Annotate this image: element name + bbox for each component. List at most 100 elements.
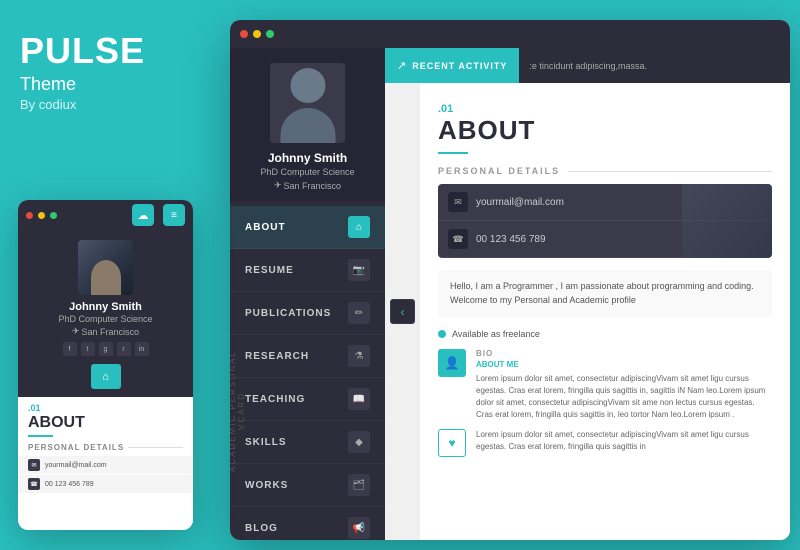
mobile-role: PhD Computer Science xyxy=(58,314,152,324)
person-bio-icon: 👤 xyxy=(438,349,466,377)
mobile-personal-details-label: PERSONAL DETAILS xyxy=(18,440,193,455)
bio-sublabel: ABOUT ME xyxy=(476,360,772,369)
intro-text: Hello, I am a Programmer , I am passiona… xyxy=(450,280,760,307)
sidebar-item-works[interactable]: WORKS 🗂 xyxy=(230,464,385,507)
desktop-preview: Johnny Smith PhD Computer Science ✈ San … xyxy=(230,20,790,540)
freelance-badge: Available as freelance xyxy=(438,329,772,339)
freelance-text: Available as freelance xyxy=(452,329,540,339)
content-nav-area: ‹ xyxy=(385,83,420,540)
desktop-dot-green xyxy=(266,30,274,38)
sidebar-vcard-label: ACADEMIC PERSONAL VCARD xyxy=(230,346,246,476)
content-scroll-area: .01 ABOUT PERSONAL DETAILS ✉ yourmail@ma… xyxy=(420,83,790,540)
content-topbar: ↗ RECENT ACTIVITY :e tincidunt adipiscin… xyxy=(385,48,790,83)
mobile-phone-row: ☎ 00 123 456 789 xyxy=(18,475,193,493)
activity-icon: ↗ xyxy=(397,59,406,72)
sidebar-profile: Johnny Smith PhD Computer Science ✈ San … xyxy=(230,48,385,201)
rss-icon[interactable]: r xyxy=(117,342,131,356)
email-value: yourmail@mail.com xyxy=(476,197,564,208)
bio-content-2: Lorem ipsum dolor sit amet, consectetur … xyxy=(476,429,772,457)
sidebar-location-icon: ✈ xyxy=(274,180,282,191)
mobile-section-num: .01 xyxy=(18,397,193,414)
personal-details-label: PERSONAL DETAILS xyxy=(438,166,772,176)
mobile-email: yourmail@mail.com xyxy=(45,462,107,469)
diamond-nav-icon: ◆ xyxy=(348,431,370,453)
megaphone-nav-icon: 📢 xyxy=(348,517,370,539)
contact-card: ✉ yourmail@mail.com ☎ 00 123 456 789 xyxy=(438,184,772,258)
folder-nav-icon: 🗂 xyxy=(348,474,370,496)
bio-card-2: ♥ Lorem ipsum dolor sit amet, consectetu… xyxy=(438,429,772,457)
bio-content: BIO ABOUT ME Lorem ipsum dolor sit amet,… xyxy=(476,349,772,421)
location-icon: ✈ xyxy=(72,326,80,337)
sidebar: Johnny Smith PhD Computer Science ✈ San … xyxy=(230,48,385,540)
desktop-topbar xyxy=(230,20,790,48)
recent-activity-label: RECENT ACTIVITY xyxy=(412,61,507,71)
mobile-home-button[interactable]: ⌂ xyxy=(91,364,121,389)
sidebar-item-resume[interactable]: RESUME 📷 xyxy=(230,249,385,292)
intro-section: Hello, I am a Programmer , I am passiona… xyxy=(438,270,772,317)
sidebar-name: Johnny Smith xyxy=(268,151,347,165)
sidebar-avatar xyxy=(270,63,345,143)
flask-nav-icon: ⚗ xyxy=(348,345,370,367)
mobile-dot-yellow xyxy=(38,212,45,219)
mobile-location: ✈ San Francisco xyxy=(72,326,139,337)
bio-card: 👤 BIO ABOUT ME Lorem ipsum dolor sit ame… xyxy=(438,349,772,421)
email-icon: ✉ xyxy=(28,459,40,471)
bio-text: Lorem ipsum dolor sit amet, consectetur … xyxy=(476,373,772,421)
mobile-phone: 00 123 456 789 xyxy=(45,481,94,488)
desktop-body: Johnny Smith PhD Computer Science ✈ San … xyxy=(230,48,790,540)
sidebar-item-about[interactable]: ABOUT ⌂ xyxy=(230,206,385,249)
section-title: ABOUT xyxy=(438,115,772,146)
section-divider xyxy=(438,152,468,154)
sidebar-item-research[interactable]: RESEARCH ⚗ xyxy=(230,335,385,378)
pencil-nav-icon: ✏ xyxy=(348,302,370,324)
phone-value: 00 123 456 789 xyxy=(476,234,546,245)
brand-by: By codiux xyxy=(20,97,145,112)
book-nav-icon: 📖 xyxy=(348,388,370,410)
section-number: .01 xyxy=(438,103,772,115)
sidebar-role: PhD Computer Science xyxy=(260,167,354,177)
recent-activity-tab[interactable]: ↗ RECENT ACTIVITY xyxy=(385,48,519,83)
hamburger-icon[interactable]: ≡ xyxy=(163,204,185,226)
bio-label: BIO xyxy=(476,349,772,358)
mobile-email-row: ✉ yourmail@mail.com xyxy=(18,456,193,474)
sidebar-item-teaching[interactable]: TEACHING 📖 xyxy=(230,378,385,421)
sidebar-item-skills[interactable]: SKILLS ◆ xyxy=(230,421,385,464)
brand-subtitle: Theme xyxy=(20,74,145,95)
mobile-avatar xyxy=(78,240,133,295)
freelance-indicator xyxy=(438,330,446,338)
sidebar-item-publications[interactable]: PUBLICATIONS ✏ xyxy=(230,292,385,335)
twitter-icon[interactable]: t xyxy=(81,342,95,356)
mobile-topbar: ☁ ≡ xyxy=(18,200,193,230)
desktop-dot-red xyxy=(240,30,248,38)
activity-preview-text: :e tincidunt adipiscing,massa. xyxy=(519,61,647,71)
desktop-dot-yellow xyxy=(253,30,261,38)
heart-bio-icon: ♥ xyxy=(438,429,466,457)
sidebar-item-blog[interactable]: BLOG 📢 xyxy=(230,507,385,540)
mobile-dot-red xyxy=(26,212,33,219)
linkedin-icon[interactable]: in xyxy=(135,342,149,356)
sidebar-location: ✈ San Francisco xyxy=(274,180,341,191)
mobile-section-title: ABOUT xyxy=(18,414,193,432)
mobile-name: Johnny Smith xyxy=(69,301,142,313)
contact-card-bg xyxy=(682,184,772,258)
brand-area: PULSE Theme By codiux xyxy=(20,30,145,112)
camera-nav-icon: 📷 xyxy=(348,259,370,281)
home-nav-icon: ⌂ xyxy=(348,216,370,238)
content-inner: ‹ .01 ABOUT PERSONAL DETAILS ✉ yourmail@… xyxy=(385,83,790,540)
mobile-profile-area: Johnny Smith PhD Computer Science ✈ San … xyxy=(18,230,193,397)
mobile-social-links: f t g r in xyxy=(63,342,149,356)
mobile-preview: ☁ ≡ Johnny Smith PhD Computer Science ✈ … xyxy=(18,200,193,530)
back-button[interactable]: ‹ xyxy=(390,299,415,324)
gplus-icon[interactable]: g xyxy=(99,342,113,356)
facebook-icon[interactable]: f xyxy=(63,342,77,356)
mobile-dot-green xyxy=(50,212,57,219)
sidebar-nav: ABOUT ⌂ RESUME 📷 PUBLICATIONS ✏ RESEARCH… xyxy=(230,201,385,540)
brand-title: PULSE xyxy=(20,30,145,72)
phone-contact-icon: ☎ xyxy=(448,229,468,249)
email-contact-icon: ✉ xyxy=(448,192,468,212)
bio-text-2: Lorem ipsum dolor sit amet, consectetur … xyxy=(476,429,772,453)
cloud-icon[interactable]: ☁ xyxy=(132,204,154,226)
main-content: ↗ RECENT ACTIVITY :e tincidunt adipiscin… xyxy=(385,48,790,540)
mobile-divider xyxy=(28,435,53,437)
phone-icon: ☎ xyxy=(28,478,40,490)
